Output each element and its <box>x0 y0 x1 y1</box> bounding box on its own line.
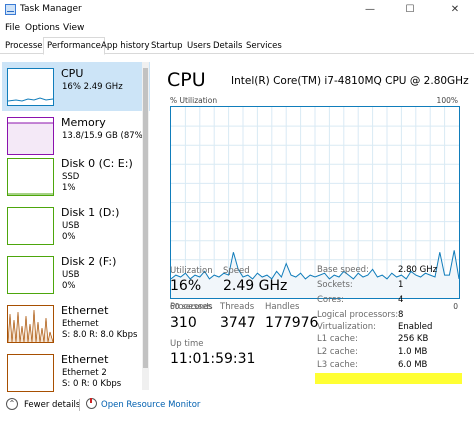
handles-value: 177976 <box>265 315 319 331</box>
cpu-thumbnail-graph <box>7 68 54 106</box>
sidebar-item-cpu[interactable]: CPU 16% 2.49 GHz <box>2 62 150 111</box>
sidebar-item-detail: Ethernet 2 <box>62 368 107 378</box>
panel-title: CPU <box>167 69 206 91</box>
sidebar-item-value: S: 8.0 R: 8.0 Kbps <box>62 330 138 340</box>
tab-startup[interactable]: Startup <box>148 39 186 54</box>
spec-label: Base speed: <box>317 265 369 275</box>
speed-value: 2.49 GHz <box>223 278 288 294</box>
spec-label: Logical processors: <box>317 310 399 320</box>
threads-label: Threads <box>220 302 255 312</box>
sidebar-item-detail: 13.8/15.9 GB (87%) <box>62 131 147 141</box>
sidebar-item-detail: SSD <box>62 172 80 182</box>
resource-monitor-icon[interactable] <box>86 398 97 409</box>
footer-separator <box>79 399 80 411</box>
spec-label: L2 cache: <box>317 347 358 357</box>
sidebar-item-detail: Ethernet <box>62 319 99 329</box>
utilization-label: Utilization <box>170 266 213 276</box>
open-resource-monitor-link[interactable]: Open Resource Monitor <box>101 400 200 410</box>
disk-1-thumbnail-graph <box>7 207 54 245</box>
spec-value: Enabled <box>398 322 433 332</box>
window-title: Task Manager <box>20 4 82 14</box>
sidebar-item-disk-0[interactable]: Disk 0 (C: E:) SSD 1% <box>2 152 150 201</box>
sidebar-item-disk-1[interactable]: Disk 1 (D:) USB 0% <box>2 201 150 250</box>
task-manager-icon <box>5 4 16 15</box>
close-button[interactable]: ✕ <box>440 0 470 20</box>
menu-bar: File Options View <box>0 20 474 36</box>
sidebar-item-detail: USB <box>62 221 80 231</box>
spec-value: 1.0 MB <box>398 347 428 357</box>
menu-view[interactable]: View <box>63 23 84 33</box>
speed-label: Speed <box>223 266 250 276</box>
tab-bar: Processes Performance App history Startu… <box>0 36 474 55</box>
processes-label: Processes <box>170 302 212 312</box>
menu-file[interactable]: File <box>5 23 20 33</box>
ethernet-thumbnail-graph <box>7 305 54 343</box>
utilization-value: 16% <box>170 278 202 294</box>
spec-value: 1 <box>398 280 404 290</box>
spec-value: 8 <box>398 310 404 320</box>
sidebar-item-value: 0% <box>62 281 76 291</box>
sidebar-item-label: Disk 0 (C: E:) <box>61 157 133 170</box>
sidebar-item-label: Ethernet <box>61 353 109 366</box>
graph-y-min: 0 <box>453 302 458 311</box>
ethernet-2-thumbnail-graph <box>7 354 54 392</box>
uptime-value: 11:01:59:31 <box>170 351 256 367</box>
sidebar-item-label: Ethernet <box>61 304 109 317</box>
tab-services[interactable]: Services <box>243 39 285 54</box>
spec-value: 2.80 GHz <box>398 265 438 275</box>
spec-label: Cores: <box>317 295 344 305</box>
sidebar-item-label: Memory <box>61 116 106 129</box>
spec-label: L3 cache: <box>317 360 358 370</box>
sidebar-scrollbar[interactable] <box>142 62 149 390</box>
graph-y-label: % Utilization <box>170 96 218 105</box>
footer-bar: ⌃ Fewer details Open Resource Monitor <box>0 392 474 421</box>
spec-value: 4 <box>398 295 404 305</box>
title-bar: Task Manager — ☐ ✕ <box>0 0 474 20</box>
cpu-detail-panel: CPU Intel(R) Core(TM) i7-4810MQ CPU @ 2.… <box>152 55 474 390</box>
spec-label: L1 cache: <box>317 334 358 344</box>
fewer-details-link[interactable]: Fewer details <box>24 400 80 410</box>
uptime-label: Up time <box>170 339 204 349</box>
threads-value: 3747 <box>220 315 256 331</box>
minimize-button[interactable]: — <box>355 0 385 20</box>
disk-0-thumbnail-graph <box>7 158 54 196</box>
cpu-model-name: Intel(R) Core(TM) i7-4810MQ CPU @ 2.80GH… <box>231 75 469 87</box>
sidebar-item-detail: USB <box>62 270 80 280</box>
sidebar-item-value: 0% <box>62 232 76 242</box>
tab-app-history[interactable]: App history <box>98 39 153 54</box>
sidebar-item-ethernet-2[interactable]: Ethernet Ethernet 2 S: 0 R: 0 Kbps <box>2 348 150 397</box>
sidebar-item-ethernet[interactable]: Ethernet Ethernet S: 8.0 R: 8.0 Kbps <box>2 299 150 348</box>
resource-sidebar: CPU 16% 2.49 GHz Memory 13.8/15.9 GB (87… <box>0 55 150 392</box>
menu-options[interactable]: Options <box>25 23 60 33</box>
spec-value: 6.0 MB <box>398 360 428 370</box>
processes-value: 310 <box>170 315 197 331</box>
scrollbar-thumb[interactable] <box>143 68 148 368</box>
sidebar-item-label: Disk 2 (F:) <box>61 255 117 268</box>
sidebar-item-value: 1% <box>62 183 76 193</box>
sidebar-item-label: Disk 1 (D:) <box>61 206 120 219</box>
graph-y-max: 100% <box>436 96 458 105</box>
memory-thumbnail-graph <box>7 117 54 155</box>
spec-value: 256 KB <box>398 334 429 344</box>
maximize-button[interactable]: ☐ <box>395 0 425 20</box>
virtualization-highlight <box>315 373 462 384</box>
handles-label: Handles <box>265 302 300 312</box>
sidebar-item-label: CPU <box>61 67 84 80</box>
tab-details[interactable]: Details <box>210 39 245 54</box>
sidebar-item-detail: 16% 2.49 GHz <box>62 82 123 92</box>
spec-label: Sockets: <box>317 280 353 290</box>
chevron-up-icon[interactable]: ⌃ <box>6 398 18 410</box>
sidebar-item-disk-2[interactable]: Disk 2 (F:) USB 0% <box>2 250 150 299</box>
spec-label: Virtualization: <box>317 322 376 332</box>
disk-2-thumbnail-graph <box>7 256 54 294</box>
sidebar-item-value: S: 0 R: 0 Kbps <box>62 379 122 389</box>
tab-performance[interactable]: Performance <box>43 37 105 55</box>
